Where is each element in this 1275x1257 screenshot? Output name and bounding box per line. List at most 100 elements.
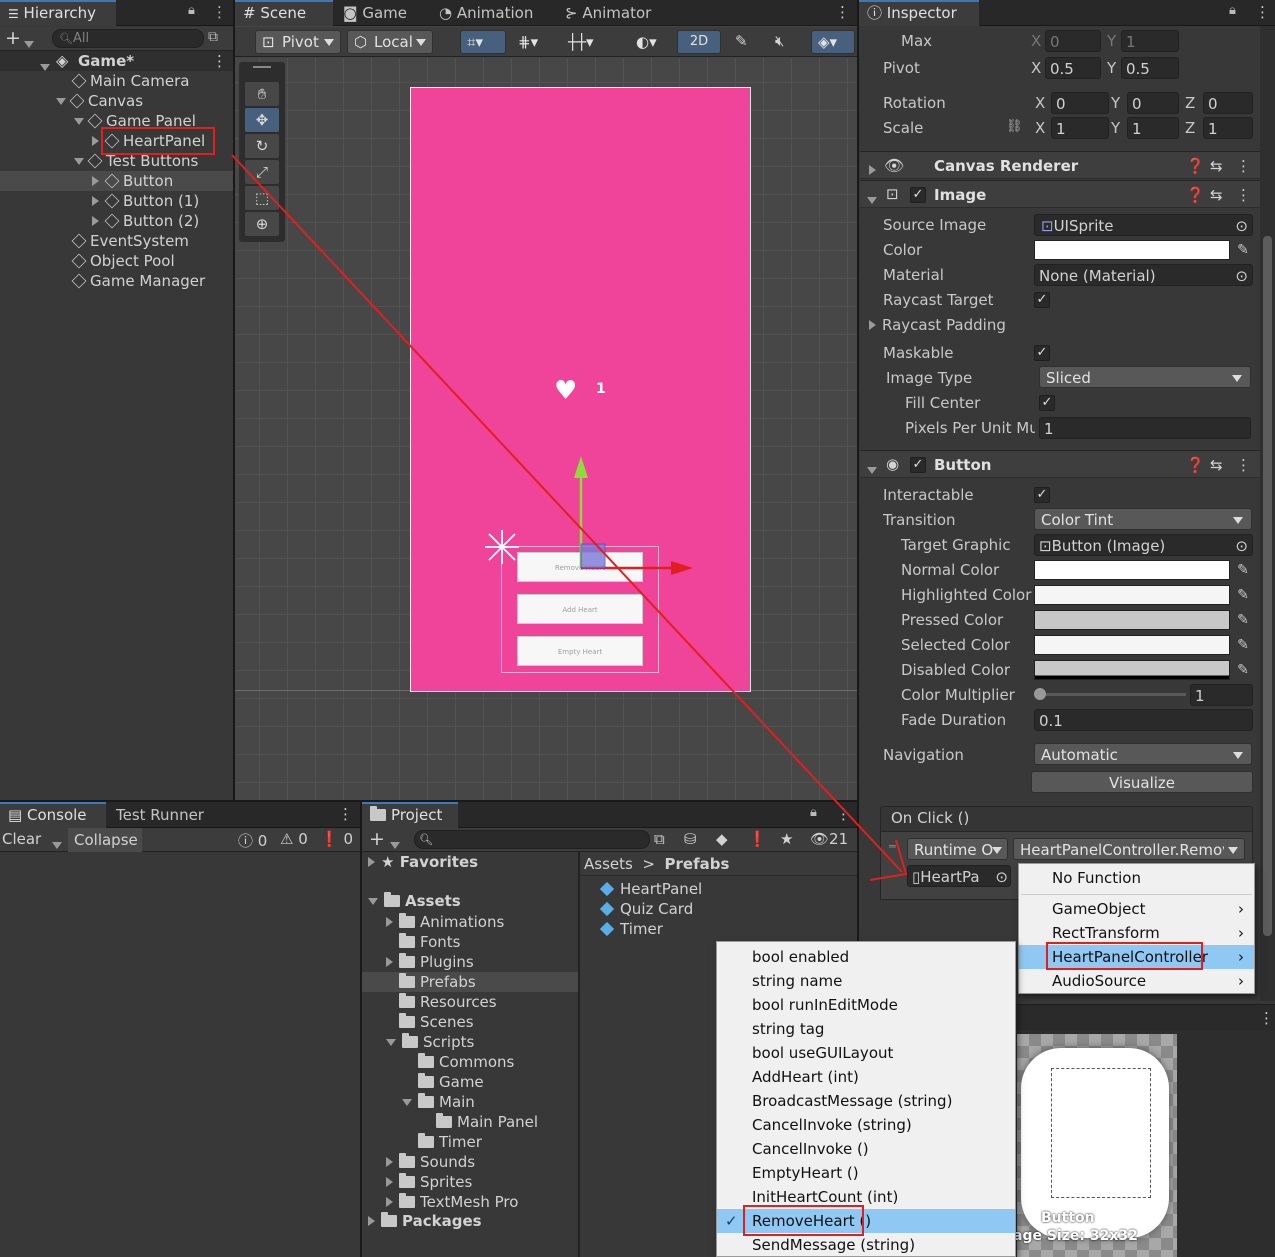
normal-color-swatch[interactable] [1034, 560, 1230, 580]
menu-item-method[interactable]: CancelInvoke (string) [717, 1113, 1015, 1137]
object-picker-icon[interactable]: ⊙ [1235, 265, 1248, 285]
hierarchy-item-eventsystem[interactable]: EventSystem [71, 231, 189, 251]
scale-z-field[interactable]: 1 [1203, 117, 1253, 139]
tree-item-resources[interactable]: Resources [399, 992, 497, 1012]
rotation-z-field[interactable]: 0 [1203, 92, 1253, 114]
asset-quiz-card[interactable]: Quiz Card [599, 899, 693, 919]
menu-item-method[interactable]: string tag [717, 1017, 1015, 1041]
layers-toggle[interactable]: ◈▾ [811, 30, 855, 54]
error-count-icon[interactable]: ❗ 0 [320, 830, 353, 848]
project-search-input[interactable]: 🔍︎ [414, 830, 650, 849]
menu-item-gameobject[interactable]: GameObject › [1019, 897, 1254, 921]
component-more-icon[interactable]: ⋮ [1236, 186, 1251, 204]
menu-item-method[interactable]: string name [717, 969, 1015, 993]
component-more-icon[interactable]: ⋮ [1236, 157, 1251, 175]
search-options-icon[interactable]: ⧉ [654, 830, 665, 848]
tree-item-sprites[interactable]: Sprites [386, 1172, 472, 1192]
hidden-packages-icon[interactable]: 👁︎21 [810, 830, 848, 848]
max-y-field[interactable]: 1 [1121, 30, 1179, 52]
help-icon[interactable]: ❓ [1186, 456, 1205, 474]
fade-duration-field[interactable]: 0.1 [1034, 709, 1253, 731]
menu-item-method[interactable]: AddHeart (int) [717, 1065, 1015, 1089]
breadcrumb-prefabs[interactable]: Prefabs [665, 855, 730, 873]
label-icon[interactable]: ◆ [716, 830, 728, 848]
lighting-icon[interactable]: ✎ [735, 32, 748, 50]
max-x-field[interactable]: 0 [1045, 30, 1101, 52]
filter-type-icon[interactable]: ⛁ [684, 830, 697, 848]
grid-snap-toggle[interactable]: ⌗▾ [460, 30, 506, 54]
disabled-color-swatch[interactable] [1034, 660, 1230, 680]
menu-item-method[interactable]: bool useGUILayout [717, 1041, 1015, 1065]
project-more-icon[interactable]: ⋮ [836, 805, 851, 823]
color-multiplier-slider-track[interactable] [1040, 693, 1186, 696]
add-icon[interactable]: + [369, 828, 385, 850]
shading-mode-dropdown[interactable]: ◐▾ [629, 30, 669, 54]
rotation-y-field[interactable]: 0 [1127, 92, 1179, 114]
tree-item-scripts[interactable]: Scripts [386, 1032, 474, 1052]
tab-project[interactable]: Project [362, 802, 458, 828]
audio-mute-icon[interactable]: 🔇︎ [775, 32, 784, 50]
raycast-target-checkbox[interactable]: ✓ [1034, 292, 1050, 308]
menu-item-method[interactable]: bool runInEditMode [717, 993, 1015, 1017]
move-gizmo[interactable] [475, 450, 705, 582]
pivot-dropdown[interactable]: ⊡ Pivot [255, 30, 341, 54]
scene-viewport[interactable]: ♥ 1 Remove Heart Add Heart Empty Heart [235, 58, 857, 800]
tree-item-sounds[interactable]: Sounds [386, 1152, 475, 1172]
menu-item-method[interactable]: bool enabled [717, 945, 1015, 969]
scene-more-icon[interactable]: ⋮ [212, 51, 227, 71]
rotation-x-field[interactable]: 0 [1051, 92, 1109, 114]
image-type-dropdown[interactable]: Sliced [1039, 366, 1251, 388]
inspector-more-icon[interactable]: ⋮ [1255, 3, 1270, 21]
runtime-dropdown[interactable]: Runtime O [907, 838, 1008, 860]
tree-item-favorites[interactable]: ★ Favorites [368, 852, 478, 872]
warning-filter-icon[interactable]: ❗ [748, 830, 767, 848]
tree-item-timer[interactable]: Timer [418, 1132, 482, 1152]
tree-item-prefabs[interactable]: Prefabs [399, 972, 476, 992]
tab-animator[interactable]: ⊱ Animator [557, 0, 659, 26]
raycast-padding-label[interactable]: Raycast Padding [869, 314, 1006, 336]
lock-icon[interactable]: 🔒︎ [188, 3, 195, 18]
hierarchy-item-button-1[interactable]: Button (1) [92, 191, 199, 211]
preview-more-icon[interactable]: ⋮ [1259, 1009, 1274, 1027]
2d-toggle[interactable]: 2D [677, 30, 721, 54]
scrollbar-thumb[interactable] [1263, 236, 1272, 936]
preset-icon[interactable]: ⇆ [1210, 157, 1223, 175]
drag-handle-icon[interactable]: ═ [889, 840, 896, 853]
clear-options-icon[interactable] [52, 836, 62, 854]
tree-item-packages[interactable]: Packages [368, 1211, 482, 1231]
tree-item-fonts[interactable]: Fonts [399, 932, 460, 952]
eyedropper-icon[interactable]: ✎ [1233, 560, 1253, 580]
tree-item-main-panel[interactable]: Main Panel [436, 1112, 538, 1132]
eyedropper-icon[interactable]: ✎ [1233, 635, 1253, 655]
tab-game[interactable]: ◙ Game [335, 0, 415, 26]
lock-icon[interactable]: 🔒︎ [810, 805, 817, 820]
tab-test-runner[interactable]: Test Runner [108, 802, 212, 828]
info-count-icon[interactable]: ⓘ 0 [238, 830, 267, 851]
local-dropdown[interactable]: ⬡ Local [347, 30, 433, 54]
source-image-field[interactable]: ⊡UISprite ⊙ [1034, 214, 1253, 236]
tree-item-game[interactable]: Game [418, 1072, 484, 1092]
menu-item-method[interactable]: EmptyHeart () [717, 1161, 1015, 1185]
increment-snap-toggle[interactable]: ⋕▾ [511, 30, 555, 54]
inspector-scrollbar[interactable] [1260, 26, 1275, 1001]
hierarchy-item-main-camera[interactable]: Main Camera [71, 71, 189, 91]
menu-item-method[interactable]: SendMessage (string) [717, 1233, 1015, 1257]
hierarchy-item-button-2[interactable]: Button (2) [92, 211, 199, 231]
tab-hierarchy[interactable]: ☰ Hierarchy [0, 0, 116, 26]
rect-tool-icon[interactable]: ⬚ [245, 186, 279, 210]
search-options-icon[interactable]: ⧉ [208, 29, 218, 45]
tree-item-animations[interactable]: Animations [386, 912, 504, 932]
material-field[interactable]: None (Material) ⊙ [1034, 264, 1253, 286]
hierarchy-item-button[interactable]: Button [92, 171, 173, 191]
menu-item-audiosource[interactable]: AudioSource › [1019, 969, 1254, 993]
rotate-tool-icon[interactable]: ↻ [245, 134, 279, 158]
color-swatch[interactable] [1034, 240, 1230, 260]
interactable-checkbox[interactable]: ✓ [1034, 487, 1050, 503]
move-tool-icon[interactable]: ✥ [245, 108, 279, 132]
transform-tool-icon[interactable]: ⊕ [245, 212, 279, 236]
tree-item-scenes[interactable]: Scenes [399, 1012, 474, 1032]
breadcrumb-assets[interactable]: Assets [584, 855, 633, 873]
object-picker-icon[interactable]: ⊙ [993, 866, 1008, 886]
lock-icon[interactable]: 🔒︎ [1229, 3, 1236, 18]
warning-count-icon[interactable]: ⚠ 0 [280, 830, 308, 848]
